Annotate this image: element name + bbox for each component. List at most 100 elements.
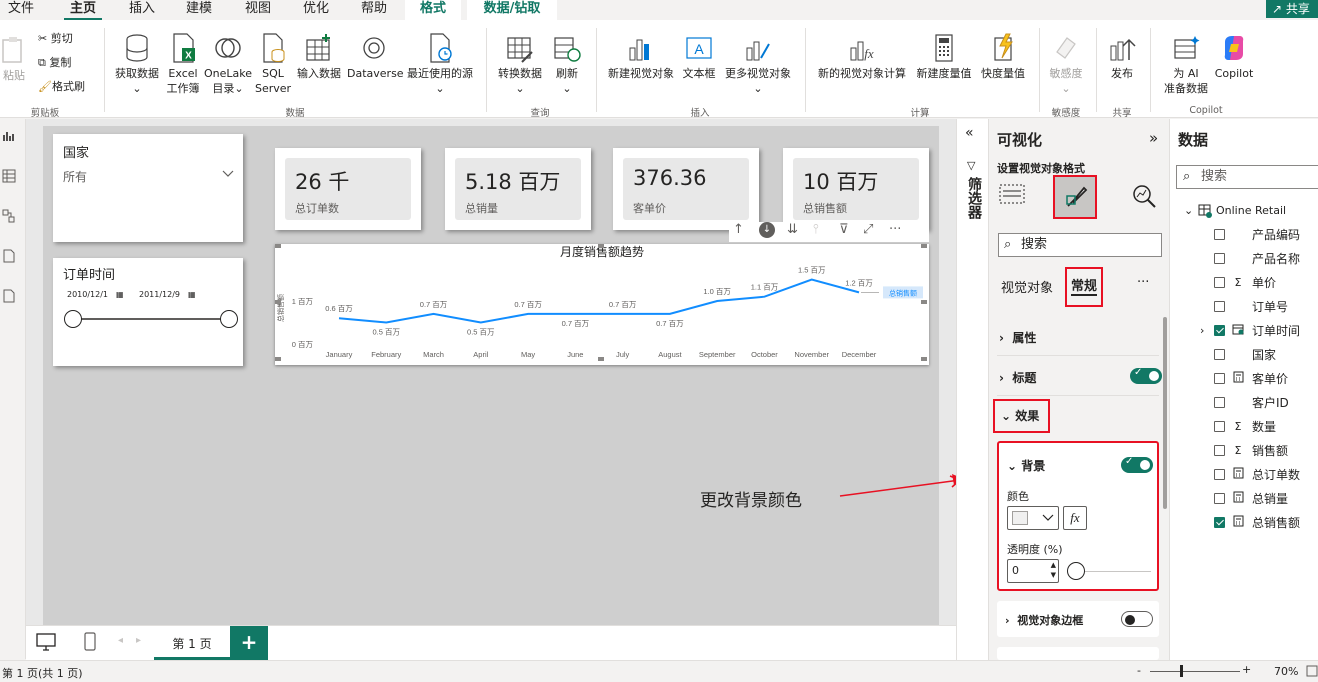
menu-data-drill[interactable]: 数据/钻取: [467, 0, 557, 20]
zoom-slider-thumb[interactable]: [1180, 665, 1183, 677]
field-checkbox[interactable]: [1214, 229, 1225, 240]
date-slider-start-handle[interactable]: [64, 310, 82, 328]
section-title[interactable]: › 标题: [999, 369, 1036, 386]
more-options-icon[interactable]: ···: [889, 222, 901, 237]
date-slider-end-handle[interactable]: [220, 310, 238, 328]
field-row[interactable]: 总销量: [1170, 487, 1318, 511]
field-row[interactable]: 总订单数: [1170, 463, 1318, 487]
fx-button[interactable]: fx: [1063, 506, 1087, 530]
section-effects[interactable]: ⌄ 效果: [993, 399, 1050, 433]
title-toggle[interactable]: ✓: [1130, 367, 1162, 384]
copilot-button[interactable]: Copilot: [1212, 32, 1256, 81]
expand-hierarchy-icon[interactable]: ⫯: [813, 222, 819, 237]
field-row[interactable]: › 订单时间: [1170, 319, 1318, 343]
enter-data-button[interactable]: 输入数据: [294, 32, 344, 81]
date-slicer[interactable]: 订单时间 2010/12/1 ▦ 2011/12/9 ▦: [53, 258, 243, 366]
field-row[interactable]: Σ 单价: [1170, 271, 1318, 295]
sql-server-button[interactable]: SQL Server: [255, 32, 291, 96]
menu-modeling[interactable]: 建模: [180, 0, 218, 20]
mobile-layout-icon[interactable]: [84, 632, 96, 655]
field-checkbox[interactable]: [1214, 325, 1225, 336]
zoom-in-button[interactable]: +: [1242, 663, 1251, 676]
field-checkbox[interactable]: [1214, 397, 1225, 408]
field-checkbox[interactable]: [1214, 301, 1225, 312]
paste-button[interactable]: 粘贴: [0, 34, 28, 83]
new-visual-button[interactable]: 新建视觉对象: [603, 32, 679, 81]
tmdl-view-icon[interactable]: [2, 289, 16, 303]
visual-border-toggle[interactable]: [1121, 611, 1153, 627]
prep-data-for-ai-button[interactable]: 为 AI 准备数据: [1156, 32, 1216, 96]
field-row[interactable]: 国家: [1170, 343, 1318, 367]
field-row[interactable]: 产品编码: [1170, 223, 1318, 247]
fit-page-icon[interactable]: [1306, 664, 1318, 681]
model-view-icon[interactable]: [2, 209, 16, 223]
more-visuals-button[interactable]: 更多视觉对象 ⌄: [720, 32, 796, 96]
drill-up-icon[interactable]: ↑: [733, 222, 744, 237]
menu-help[interactable]: 帮助: [355, 0, 393, 20]
recent-sources-button[interactable]: 最近使用的源 ⌄: [403, 32, 477, 96]
date-end[interactable]: 2011/12/9 ▦: [139, 290, 196, 299]
data-search-input[interactable]: ⌕ 搜索: [1176, 165, 1318, 189]
zoom-out-button[interactable]: -: [1137, 664, 1141, 677]
report-view-icon[interactable]: [2, 129, 16, 143]
share-button[interactable]: ↗ 共享: [1266, 0, 1318, 18]
kpi-card-revenue[interactable]: 10 百万 总销售额: [783, 148, 929, 230]
visual-border-section[interactable]: › 视觉对象边框: [997, 601, 1159, 637]
field-checkbox[interactable]: [1214, 517, 1225, 528]
pane-scrollbar[interactable]: [1163, 317, 1167, 509]
field-checkbox[interactable]: [1214, 445, 1225, 456]
analytics-icon[interactable]: [1131, 183, 1159, 212]
background-toggle[interactable]: ✓: [1121, 456, 1153, 473]
excel-workbook-button[interactable]: X Excel 工作簿: [165, 32, 201, 96]
focus-mode-icon[interactable]: ⤢: [863, 222, 873, 237]
field-row[interactable]: 产品名称: [1170, 247, 1318, 271]
expand-filters-icon[interactable]: «: [965, 125, 974, 141]
table-node[interactable]: ⌄ Online Retail: [1170, 199, 1318, 223]
cut-button[interactable]: ✂ 剪切: [38, 32, 73, 46]
refresh-button[interactable]: 刷新 ⌄: [550, 32, 584, 96]
field-row[interactable]: 总销售额: [1170, 511, 1318, 535]
desktop-layout-icon[interactable]: [36, 633, 56, 655]
menu-format[interactable]: 格式: [405, 0, 461, 20]
transparency-input[interactable]: 0 ▲ ▼: [1007, 559, 1059, 583]
filters-collapsed-pane[interactable]: « ▽ 筛选器: [956, 119, 988, 660]
country-slicer[interactable]: 国家 所有: [53, 134, 243, 242]
menu-optimize[interactable]: 优化: [297, 0, 335, 20]
get-data-button[interactable]: 获取数据 ⌄: [110, 32, 164, 96]
field-checkbox[interactable]: [1214, 493, 1225, 504]
sensitivity-button[interactable]: 敏感度 ⌄: [1044, 32, 1088, 96]
color-picker[interactable]: [1007, 506, 1059, 530]
field-row[interactable]: 客单价: [1170, 367, 1318, 391]
textbox-button[interactable]: A 文本框: [680, 32, 718, 81]
page-tab-1[interactable]: 第 1 页: [154, 626, 230, 660]
dataverse-button[interactable]: Dataverse: [347, 32, 404, 81]
field-row[interactable]: Σ 数量: [1170, 415, 1318, 439]
field-checkbox[interactable]: [1214, 253, 1225, 264]
expand-next-level-icon[interactable]: ⇊: [787, 222, 798, 237]
menu-home[interactable]: 主页: [64, 0, 103, 20]
field-checkbox[interactable]: [1214, 421, 1225, 432]
visual-border-header[interactable]: › 视觉对象边框: [1005, 612, 1083, 628]
menu-file[interactable]: 文件: [2, 0, 40, 20]
spinner-icon[interactable]: ▲ ▼: [1051, 560, 1056, 580]
field-row[interactable]: 订单号: [1170, 295, 1318, 319]
line-chart-visual[interactable]: 月度销售额趋势 总销售额 1 百万 0 百万 January February March A…: [275, 244, 929, 365]
format-painter-button[interactable]: 🖌格式刷: [38, 80, 85, 94]
field-checkbox[interactable]: [1214, 349, 1225, 360]
date-start[interactable]: 2010/12/1 ▦: [67, 290, 124, 299]
transform-data-button[interactable]: 转换数据 ⌄: [493, 32, 547, 96]
more-options-icon[interactable]: ···: [1137, 275, 1149, 290]
section-properties[interactable]: › 属性: [999, 329, 1036, 346]
menu-insert[interactable]: 插入: [123, 0, 161, 20]
new-visual-calc-button[interactable]: fx 新的视觉对象计算: [812, 32, 912, 81]
tab-general[interactable]: 常规: [1065, 267, 1103, 307]
field-checkbox[interactable]: [1214, 373, 1225, 384]
background-header[interactable]: ⌄ 背景: [1007, 457, 1045, 474]
table-view-icon[interactable]: [2, 169, 16, 183]
collapse-viz-icon[interactable]: »: [1149, 129, 1158, 147]
field-checkbox[interactable]: [1214, 277, 1225, 288]
viz-search-input[interactable]: ⌕ 搜索: [998, 233, 1162, 257]
format-visual-tab[interactable]: [1053, 175, 1097, 219]
field-row[interactable]: 客户ID: [1170, 391, 1318, 415]
prev-page-icon[interactable]: ◂: [118, 635, 123, 646]
